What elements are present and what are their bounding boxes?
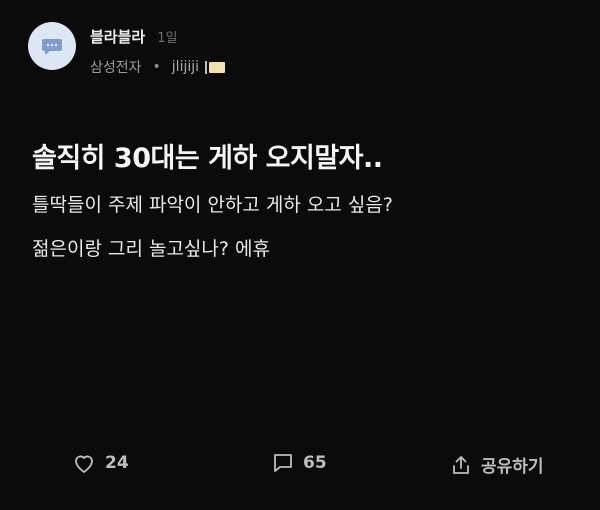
meta-separator: • <box>152 59 161 75</box>
badge-icon <box>205 60 226 74</box>
comment-icon <box>274 454 292 472</box>
post-header: 블라블라 1일 삼성전자 • jlijiji <box>28 22 226 77</box>
author-company[interactable]: 삼성전자 <box>90 57 142 77</box>
comment-count: 65 <box>303 453 327 473</box>
comment-button[interactable]: 65 <box>272 452 327 474</box>
share-button[interactable]: 공유하기 <box>450 452 544 477</box>
chat-bubble-icon <box>42 39 62 55</box>
share-icon <box>453 455 469 474</box>
author-user-id: jlijiji <box>171 59 200 75</box>
author-meta: 블라블라 1일 삼성전자 • jlijiji <box>90 26 226 77</box>
post-time: 1일 <box>157 31 178 46</box>
author-nickname[interactable]: 블라블라 <box>90 26 145 47</box>
post-actions: 24 65 공유하기 <box>0 452 600 482</box>
post-body-line: 틀딱들이 주제 파악이 안하고 게하 오고 싶음? <box>32 194 393 216</box>
like-count: 24 <box>105 453 129 473</box>
share-label: 공유하기 <box>481 457 544 477</box>
heart-icon <box>75 455 93 473</box>
like-button[interactable]: 24 <box>72 452 129 474</box>
post-title: 솔직히 30대는 게하 오지말자.. <box>32 143 383 174</box>
avatar[interactable] <box>28 22 76 70</box>
post-body-line: 젊은이랑 그리 놀고싶나? 에휴 <box>32 238 270 260</box>
